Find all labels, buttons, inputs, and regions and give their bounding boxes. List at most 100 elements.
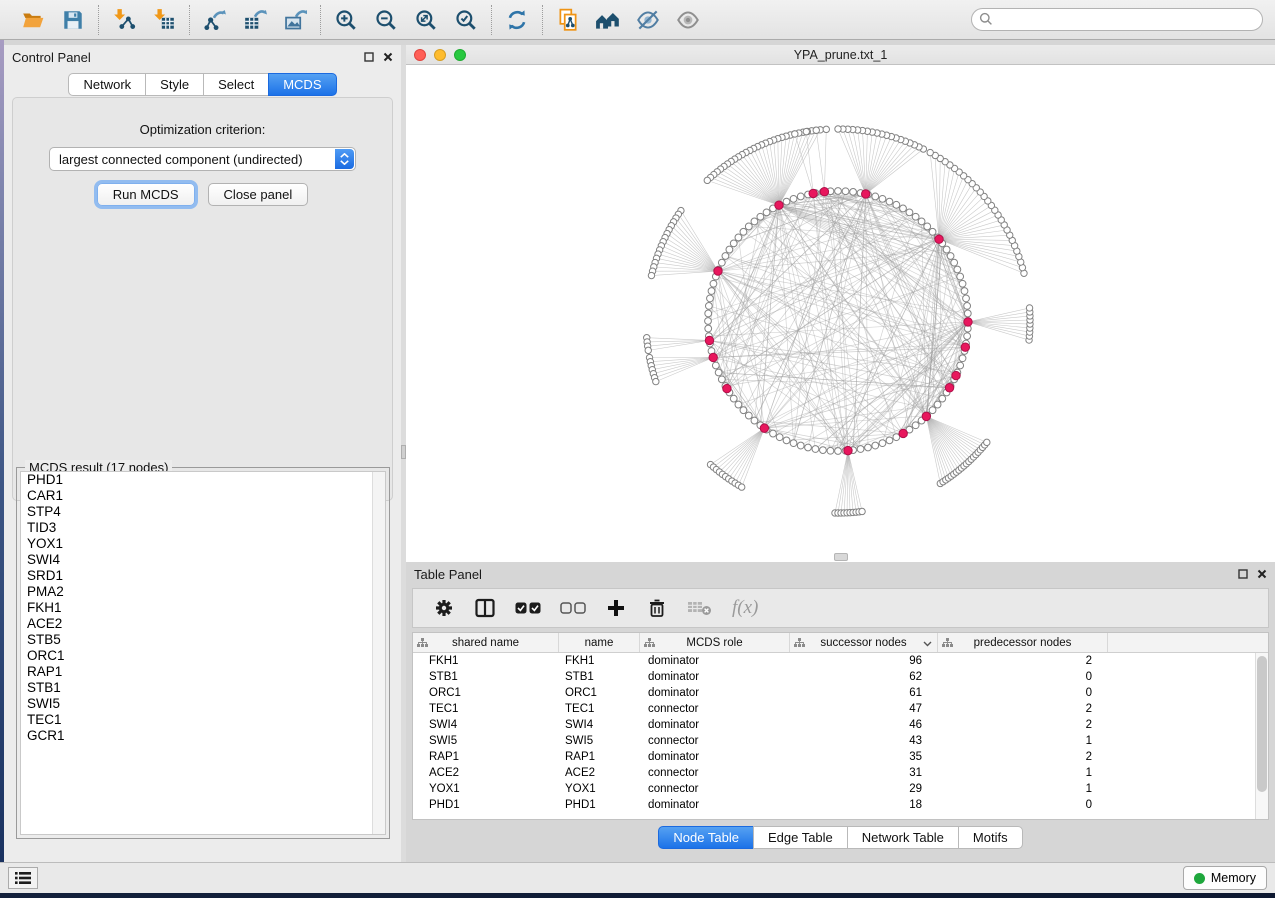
open-folder-icon[interactable] [20,7,46,33]
column-header-predecessor-nodes[interactable]: predecessor nodes [938,633,1108,652]
mcds-result-list[interactable]: PHD1CAR1STP4TID3YOX1SWI4SRD1PMA2FKH1ACE2… [20,471,386,835]
table-row[interactable]: SWI5SWI5connector431 [413,733,1255,749]
tab-select[interactable]: Select [203,73,269,96]
mcds-result-item[interactable]: PMA2 [21,584,385,600]
eye-icon[interactable] [675,7,701,33]
mcds-result-item[interactable]: STB5 [21,632,385,648]
tab-node-table[interactable]: Node Table [658,826,754,849]
save-icon[interactable] [60,7,86,33]
table-header-row: shared namenameMCDS rolesuccessor nodesp… [413,633,1268,653]
memory-button[interactable]: Memory [1183,866,1267,890]
network-graph[interactable] [406,65,1275,562]
show-columns-icon[interactable] [474,597,496,619]
close-panel-icon[interactable] [383,52,393,62]
table-row[interactable]: YOX1YOX1connector291 [413,781,1255,797]
status-bar: Memory [0,862,1275,893]
export-table-icon[interactable] [242,7,268,33]
float-panel-icon[interactable] [1238,569,1248,579]
table-row[interactable]: FKH1FKH1dominator962 [413,653,1255,669]
memory-status-icon [1194,873,1205,884]
table-row[interactable]: TEC1TEC1connector472 [413,701,1255,717]
column-header-name[interactable]: name [559,633,640,652]
zoom-fit-icon[interactable] [413,7,439,33]
table-row[interactable]: STB1STB1dominator620 [413,669,1255,685]
node-table[interactable]: shared namenameMCDS rolesuccessor nodesp… [412,632,1269,820]
run-mcds-button[interactable]: Run MCDS [97,183,195,206]
mcds-result-item[interactable]: TID3 [21,520,385,536]
mcds-result-item[interactable]: SWI5 [21,696,385,712]
network-canvas[interactable] [406,65,1275,562]
tab-style[interactable]: Style [145,73,204,96]
delete-table-icon[interactable] [687,599,713,617]
mcds-result-item[interactable]: STP4 [21,504,385,520]
cell-successor-nodes: 96 [790,653,938,669]
close-panel-icon[interactable] [1257,569,1267,579]
tab-edge-table[interactable]: Edge Table [753,826,848,849]
cell-MCDS-role: dominator [640,685,790,701]
column-header-successor-nodes[interactable]: successor nodes [790,633,938,652]
cell-name: ORC1 [559,685,640,701]
canvas-scroll-grip[interactable] [834,553,848,561]
mcds-result-item[interactable]: YOX1 [21,536,385,552]
mcds-result-item[interactable]: FKH1 [21,600,385,616]
mcds-result-item[interactable]: TEC1 [21,712,385,728]
tab-motifs[interactable]: Motifs [958,826,1023,849]
clone-network-icon[interactable] [555,7,581,33]
mcds-result-item[interactable]: RAP1 [21,664,385,680]
mcds-result-item[interactable]: SRD1 [21,568,385,584]
table-row[interactable]: ACE2ACE2connector311 [413,765,1255,781]
table-settings-gear-icon[interactable] [433,597,455,619]
tab-network-table[interactable]: Network Table [847,826,959,849]
houses-icon[interactable] [595,7,621,33]
zoom-out-icon[interactable] [373,7,399,33]
mcds-result-group: MCDS result (17 nodes) PHD1CAR1STP4TID3Y… [16,467,390,839]
cell-shared-name: ORC1 [413,685,559,701]
column-header-shared-name[interactable]: shared name [413,633,559,652]
cell-MCDS-role: connector [640,733,790,749]
cell-successor-nodes: 61 [790,685,938,701]
cell-predecessor-nodes: 0 [938,685,1108,701]
mcds-result-item[interactable]: PHD1 [21,472,385,488]
mcds-result-item[interactable]: ACE2 [21,616,385,632]
cell-name: PHD1 [559,797,640,813]
tab-mcds[interactable]: MCDS [268,73,336,96]
mcds-result-item[interactable]: STB1 [21,680,385,696]
mcds-result-item[interactable]: CAR1 [21,488,385,504]
table-row[interactable]: RAP1RAP1dominator352 [413,749,1255,765]
column-header-MCDS-role[interactable]: MCDS role [640,633,790,652]
table-row[interactable]: ORC1ORC1dominator610 [413,685,1255,701]
export-network-icon[interactable] [202,7,228,33]
mcds-result-item[interactable]: SWI4 [21,552,385,568]
hide-graphics-details-icon[interactable] [635,7,661,33]
refresh-icon[interactable] [504,7,530,33]
result-list-scrollbar[interactable] [372,472,385,834]
cell-MCDS-role: connector [640,701,790,717]
mcds-result-item[interactable]: ORC1 [21,648,385,664]
tab-network[interactable]: Network [68,73,146,96]
zoom-selected-icon[interactable] [453,7,479,33]
mcds-result-item[interactable]: GCR1 [21,728,385,744]
float-panel-icon[interactable] [364,52,374,62]
cell-MCDS-role: dominator [640,797,790,813]
task-monitor-button[interactable] [8,867,38,889]
main-area: Control Panel NetworkStyleSelectMCDS Opt… [0,40,1275,862]
table-scroll-thumb[interactable] [1257,656,1267,792]
close-panel-button[interactable]: Close panel [208,183,309,206]
zoom-in-icon[interactable] [333,7,359,33]
table-row[interactable]: PHD1PHD1dominator180 [413,797,1255,813]
table-scrollbar[interactable] [1255,653,1268,819]
function-builder-icon[interactable]: f(x) [732,597,758,619]
select-all-checkboxes-icon[interactable] [515,601,541,615]
import-table-icon[interactable] [151,7,177,33]
add-column-icon[interactable] [605,597,627,619]
table-row[interactable]: SWI4SWI4dominator462 [413,717,1255,733]
delete-column-trash-icon[interactable] [646,597,668,619]
cell-name: FKH1 [559,653,640,669]
cell-successor-nodes: 31 [790,765,938,781]
table-panel-tabs: Node TableEdge TableNetwork TableMotifs [406,826,1275,849]
optimization-criterion-select[interactable]: largest connected component (undirected) [49,147,356,171]
search-input[interactable] [971,8,1263,31]
export-image-icon[interactable] [282,7,308,33]
import-network-icon[interactable] [111,7,137,33]
deselect-all-checkboxes-icon[interactable] [560,601,586,615]
